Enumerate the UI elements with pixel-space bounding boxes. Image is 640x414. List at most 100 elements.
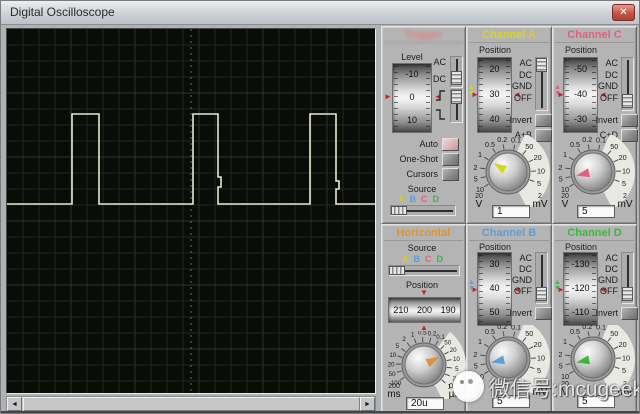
position-label: Position — [471, 46, 519, 56]
dial-scale-label: 50 — [610, 142, 618, 151]
auto-button[interactable] — [442, 138, 459, 151]
dial-corner-high: 0.5µs — [444, 383, 464, 400]
auto-label: Auto — [392, 140, 438, 150]
knob-face[interactable] — [574, 340, 612, 378]
invert-label: Invert — [495, 116, 532, 126]
dial-corner-high: 2mV — [615, 381, 635, 398]
dial-scale-label: 5 — [622, 366, 626, 375]
knob-face[interactable] — [405, 346, 443, 384]
horizontal-source-slider[interactable] — [388, 265, 460, 276]
cursors-label: Cursors — [392, 170, 438, 180]
dial-scale-label: 5 — [455, 366, 459, 373]
corner-low-unit: V — [469, 200, 489, 210]
dial-scale-label: 5 — [537, 366, 541, 375]
source-letter-b: B — [414, 254, 421, 264]
falling-edge-icon — [434, 108, 447, 121]
source-letter-b: B — [410, 194, 417, 204]
dial-scale-label: 0.1 — [596, 135, 606, 144]
dial-scale-label: 10 — [561, 372, 569, 381]
gain-value-box: 5 — [492, 395, 530, 408]
invert-label: Invert — [495, 309, 532, 319]
invert-button[interactable] — [535, 307, 552, 320]
dial-scale-label: 5 — [559, 174, 563, 183]
dial-corner-high: 2mV — [615, 193, 635, 210]
corner-high-unit: mV — [615, 200, 635, 210]
cursors-button[interactable] — [442, 168, 459, 181]
horizontal-source-thumb[interactable] — [389, 266, 405, 275]
scroll-right-button[interactable]: ► — [360, 397, 375, 411]
titlebar[interactable]: Digital Oscilloscope ✕ — [1, 1, 640, 25]
horizontal-source-label: Source — [394, 244, 450, 254]
knob-face[interactable] — [489, 340, 527, 378]
coupling-option-label: DC — [433, 75, 446, 84]
coupling-switch[interactable] — [621, 57, 634, 111]
rising-edge-icon — [434, 89, 447, 102]
invert-button[interactable] — [535, 114, 552, 127]
trigger-coupling-switch[interactable] — [450, 56, 463, 88]
corner-low-unit: V — [469, 388, 489, 398]
coupling-thumb[interactable] — [536, 287, 547, 301]
coupling-switch[interactable] — [621, 252, 634, 304]
dial-scale-label: 2 — [473, 350, 477, 359]
dial-scale-label: 20 — [619, 340, 627, 349]
coupling-option-label: AC — [519, 59, 532, 68]
dial-scale-label: 1 — [411, 331, 415, 338]
trigger-coupling-labels: ACDC — [424, 58, 446, 84]
coupling-thumb[interactable] — [622, 94, 633, 108]
one-shot-button[interactable] — [442, 153, 459, 166]
coupling-thumb[interactable] — [536, 58, 547, 72]
dial-scale-label: 10 — [389, 352, 396, 359]
scroll-thumb[interactable] — [23, 397, 360, 411]
dial-scale-label: 2 — [473, 163, 477, 172]
corner-low-unit: V — [555, 388, 575, 398]
dial-corner-low: 200ms — [384, 383, 404, 400]
dial-scale-label: 0.2 — [582, 325, 592, 331]
source-letter-a: A — [398, 194, 405, 204]
trigger-coupling-thumb[interactable] — [451, 71, 462, 85]
position-label: Position — [557, 46, 605, 56]
dial-scale-label: 50 — [610, 329, 618, 338]
dial-scale-label: 20 — [534, 340, 542, 349]
drum-scale-label: 0 — [393, 92, 431, 102]
coupling-switch[interactable] — [535, 57, 548, 111]
dial-scale-label: 1 — [563, 150, 567, 159]
trigger-edge-thumb[interactable] — [451, 90, 462, 104]
dial-scale-label: 20 — [388, 361, 395, 368]
horizontal-position-display[interactable]: 210200190 — [388, 297, 461, 323]
trigger-source-thumb[interactable] — [391, 206, 407, 215]
knob-face[interactable] — [574, 153, 612, 191]
invert-button[interactable] — [621, 114, 638, 127]
coupling-option-label: GND — [512, 276, 532, 285]
coupling-option-label: GND — [598, 82, 618, 91]
knob-face[interactable] — [489, 153, 527, 191]
dial-scale-label: 1 — [478, 150, 482, 159]
dial-scale-label: 5 — [622, 179, 626, 188]
coupling-labels: ACDCGNDOFF — [591, 59, 618, 103]
coupling-option-label: DC — [519, 71, 532, 80]
panel-title-channel-c: Channel C — [555, 29, 634, 43]
close-button[interactable]: ✕ — [612, 4, 635, 21]
dial-scale-label: 0.5 — [485, 140, 495, 149]
dial-scale-label: 10 — [622, 353, 630, 362]
coupling-switch[interactable] — [535, 252, 548, 304]
dial-scale-label: 20 — [619, 153, 627, 162]
trigger-edge-switch[interactable] — [450, 89, 463, 123]
horizontal-scrollbar[interactable]: ◄ ► — [6, 396, 376, 412]
source-letter-a: A — [402, 254, 409, 264]
scroll-left-button[interactable]: ◄ — [7, 397, 22, 411]
scroll-right-icon: ► — [364, 401, 371, 408]
position-down-arrow-icon: ▼ — [420, 289, 428, 297]
gain-value-box: 5 — [577, 395, 615, 408]
one-shot-label: One-Shot — [392, 155, 438, 165]
drum-scale-label: 10 — [393, 115, 431, 125]
invert-button[interactable] — [621, 307, 638, 320]
coupling-thumb[interactable] — [622, 287, 633, 301]
coupling-option-label: DC — [519, 265, 532, 274]
invert-label: Invert — [581, 116, 618, 126]
trigger-source-slider[interactable] — [390, 205, 456, 216]
dial-scale-label: 10 — [537, 166, 545, 175]
dial-scale-label: 0.2 — [497, 135, 507, 144]
dial-scale-label: 2 — [402, 336, 406, 343]
panel-title-channel-b: Channel B — [469, 227, 549, 241]
dial-scale-label: 20 — [534, 153, 542, 162]
